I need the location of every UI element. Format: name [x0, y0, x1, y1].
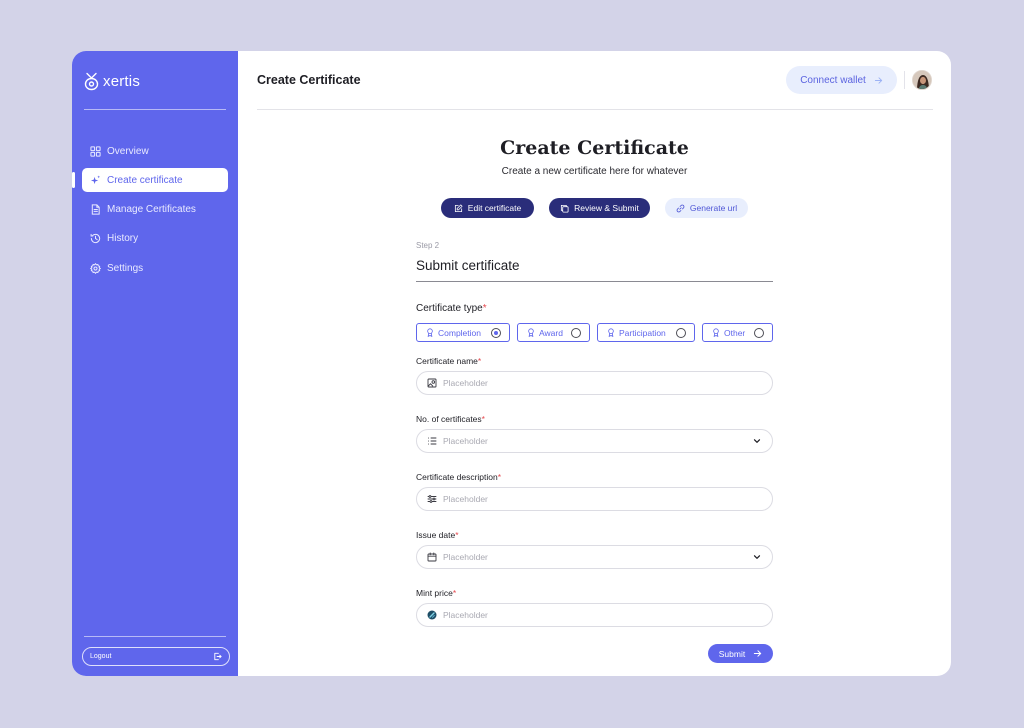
step-navigation: Edit certificate Review & Submit Generat…: [238, 198, 951, 218]
step-label: Review & Submit: [574, 203, 639, 213]
avatar[interactable]: [912, 70, 932, 90]
sidebar-item-settings[interactable]: Settings: [82, 256, 228, 280]
step-label: Generate url: [689, 203, 738, 213]
type-option-label: Other: [724, 327, 746, 338]
arrow-right-icon: [874, 76, 882, 84]
chevron-down-icon[interactable]: [752, 552, 762, 562]
logout-icon: [214, 652, 222, 661]
image-icon: [427, 378, 437, 388]
certificate-description-field: Certificate description* Placeholder: [416, 472, 773, 511]
main-content: Create Certificate Connect wallet Create…: [238, 51, 951, 676]
sidebar: xertis Overview Create certificate Manag…: [72, 51, 238, 676]
shield-logo-icon: [84, 72, 99, 90]
sidebar-item-label: Manage Certificates: [107, 204, 196, 216]
sidebar-item-manage-certificates[interactable]: Manage Certificates: [82, 198, 228, 222]
user-avatar-icon: [913, 71, 931, 89]
page-subheading: Create a new certificate here for whatev…: [501, 166, 688, 177]
gear-icon: [90, 262, 101, 274]
sidebar-divider: [84, 109, 226, 110]
input-placeholder: Placeholder: [443, 378, 488, 388]
sidebar-item-label: Create certificate: [107, 174, 183, 186]
radio-selected[interactable]: [491, 327, 501, 338]
header-title: Create Certificate: [257, 73, 361, 87]
input-placeholder: Placeholder: [443, 552, 488, 562]
award-icon: [713, 328, 719, 337]
input-placeholder: Placeholder: [443, 610, 488, 620]
issue-date-select[interactable]: Placeholder: [416, 545, 773, 569]
logout-button[interactable]: Logout: [82, 647, 230, 666]
radio-unselected[interactable]: [571, 327, 581, 338]
submit-label: Submit: [718, 648, 746, 659]
input-placeholder: Placeholder: [443, 436, 488, 446]
type-option-label: Completion: [438, 327, 481, 338]
issue-date-field: Issue date* Placeholder: [416, 530, 773, 569]
certificate-name-input[interactable]: Placeholder: [416, 371, 773, 395]
type-option-completion[interactable]: Completion: [416, 323, 510, 342]
brand-name: xertis: [103, 72, 141, 90]
step-edit-certificate[interactable]: Edit certificate: [441, 198, 534, 218]
certificate-type-options: Completion Award Participation Other: [416, 323, 773, 342]
header-separator: [904, 71, 905, 89]
certificate-name-field: Certificate name* Placeholder: [416, 356, 773, 395]
input-placeholder: Placeholder: [443, 494, 488, 504]
sidebar-item-create-certificate[interactable]: Create certificate: [72, 168, 228, 193]
type-option-other[interactable]: Other: [702, 323, 773, 342]
mint-price-field: Mint price* Placeholder: [416, 588, 773, 627]
certificate-description-input[interactable]: Placeholder: [416, 487, 773, 511]
brand[interactable]: xertis: [84, 71, 140, 91]
field-label: Certificate name*: [416, 356, 482, 366]
form-title: Submit certificate: [416, 258, 773, 282]
certificate-type-label: Certificate type*: [416, 303, 487, 314]
certificate-count-select[interactable]: Placeholder: [416, 429, 773, 453]
logout-label: Logout: [90, 653, 112, 660]
list-icon: [428, 437, 437, 445]
active-indicator: [72, 172, 75, 189]
sidebar-nav: Overview Create certificate Manage Certi…: [72, 139, 228, 285]
token-icon: [427, 610, 437, 620]
connect-wallet-button[interactable]: Connect wallet: [786, 66, 897, 94]
sidebar-divider: [84, 636, 226, 637]
submit-button[interactable]: Submit: [708, 644, 773, 663]
arrow-right-icon: [754, 650, 762, 657]
certificate-count-field: No. of certificates* Placeholder: [416, 414, 773, 453]
history-icon: [90, 234, 101, 244]
chevron-down-icon[interactable]: [752, 436, 762, 446]
field-label: Certificate description*: [416, 472, 502, 482]
type-option-label: Award: [539, 327, 563, 338]
document-icon: [91, 204, 100, 215]
sidebar-item-label: Settings: [107, 262, 144, 274]
app-window: xertis Overview Create certificate Manag…: [72, 51, 951, 676]
award-icon: [608, 328, 614, 337]
radio-unselected[interactable]: [754, 327, 764, 338]
sidebar-item-label: History: [107, 233, 139, 245]
sidebar-item-history[interactable]: History: [82, 227, 228, 251]
step-generate-url[interactable]: Generate url: [665, 198, 748, 218]
page-heading: Create Certificate: [500, 137, 689, 159]
award-icon: [528, 328, 534, 337]
edit-icon: [454, 203, 463, 212]
type-option-label: Participation: [619, 327, 666, 338]
connect-wallet-label: Connect wallet: [800, 74, 866, 86]
field-label: Mint price*: [416, 588, 457, 598]
copy-icon: [561, 204, 569, 213]
field-label: Issue date*: [416, 530, 459, 540]
step-review-submit[interactable]: Review & Submit: [549, 198, 650, 218]
header-divider: [257, 109, 933, 110]
sidebar-item-label: Overview: [107, 145, 149, 157]
field-label: No. of certificates*: [416, 414, 485, 424]
step-label: Edit certificate: [467, 203, 522, 213]
sidebar-item-overview[interactable]: Overview: [82, 139, 228, 163]
type-option-participation[interactable]: Participation: [597, 323, 695, 342]
radio-unselected[interactable]: [676, 327, 686, 338]
type-option-award[interactable]: Award: [517, 323, 590, 342]
calendar-icon: [427, 552, 437, 562]
sliders-icon: [427, 495, 437, 503]
certificate-form: Step 2 Submit certificate Certificate ty…: [416, 241, 773, 627]
link-icon: [676, 204, 685, 212]
mint-price-input[interactable]: Placeholder: [416, 603, 773, 627]
sparkle-icon: [90, 175, 101, 184]
grid-icon: [90, 145, 101, 157]
award-icon: [427, 328, 433, 337]
step-indicator: Step 2: [416, 241, 440, 250]
